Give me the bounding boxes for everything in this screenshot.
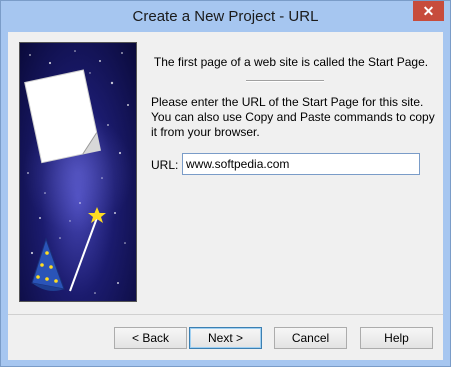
window-title: Create a New Project - URL xyxy=(132,8,319,25)
url-input[interactable] xyxy=(182,153,420,175)
wizard-window: Create a New Project - URL ✕ The first p… xyxy=(0,0,451,367)
next-button[interactable]: Next > xyxy=(189,327,262,349)
back-button[interactable]: < Back xyxy=(114,327,187,349)
cancel-button[interactable]: Cancel xyxy=(274,327,347,349)
wizard-hat-illustration xyxy=(23,50,133,294)
title-bar[interactable]: Create a New Project - URL ✕ xyxy=(1,1,450,32)
url-label: URL: xyxy=(151,158,179,172)
description-text: Please enter the URL of the Start Page f… xyxy=(151,95,435,139)
button-separator xyxy=(8,314,443,315)
wizard-illustration xyxy=(19,42,137,302)
intro-text: The first page of a web site is called t… xyxy=(153,55,429,69)
close-icon: ✕ xyxy=(422,2,435,19)
wizard-body: The first page of a web site is called t… xyxy=(8,32,443,360)
help-button[interactable]: Help xyxy=(360,327,433,349)
close-button[interactable]: ✕ xyxy=(413,1,444,21)
divider xyxy=(246,80,324,82)
